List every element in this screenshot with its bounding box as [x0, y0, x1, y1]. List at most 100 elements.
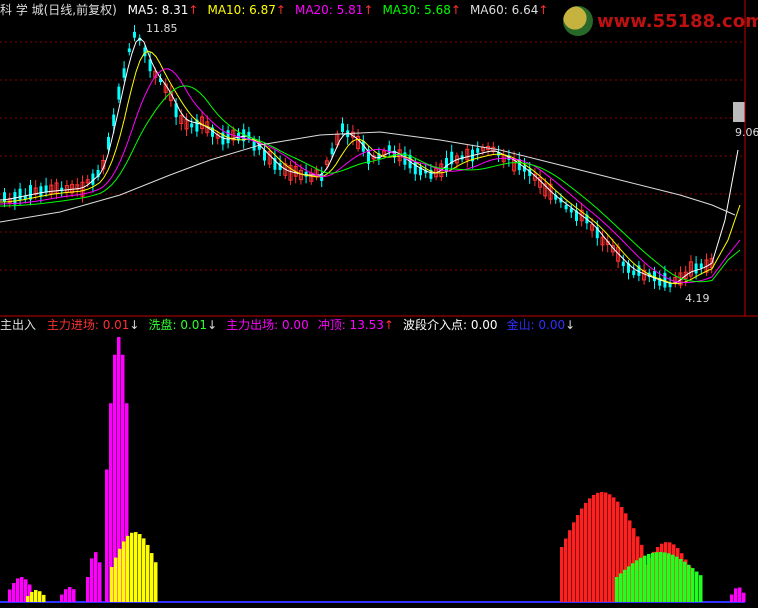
bar-main-enter: [564, 538, 568, 602]
candle-body-down: [413, 161, 417, 175]
bar-main-enter: [604, 492, 608, 602]
bar-main-enter: [568, 530, 572, 602]
bar-peak: [126, 535, 130, 602]
bar-main-exit: [68, 587, 72, 602]
bar-wash: [631, 563, 635, 602]
indicator-histogram[interactable]: [0, 337, 746, 603]
ma-item-arrow-2: ↑: [363, 3, 374, 17]
bar-main-exit: [86, 577, 90, 602]
main-chart-header: 科 学 城(日线,前复权) MA5: 8.31↑ MA10: 6.87↑ MA20:…: [0, 2, 564, 19]
bar-peak: [122, 541, 126, 602]
bar-main-exit: [105, 469, 109, 602]
bar-wash: [619, 573, 623, 602]
candle-body-down: [3, 192, 6, 202]
bar-main-exit-right: [742, 592, 746, 602]
bar-main-enter: [600, 492, 604, 602]
high-price-label: 11.85: [146, 22, 178, 35]
ma30-line: [0, 85, 741, 283]
bar-wash: [623, 569, 627, 602]
candle-body-down: [694, 263, 698, 274]
bar-peak: [110, 567, 114, 602]
ind-item-0: 主力进场: 0.01: [46, 318, 130, 332]
bar-wash: [647, 553, 651, 602]
low-price-label: 4.19: [685, 292, 710, 305]
bar-main-enter: [596, 492, 600, 602]
bar-wash: [667, 553, 671, 602]
bar-peak: [130, 532, 134, 602]
bar-wash: [687, 564, 691, 602]
ind-item-arrow-1: ↓: [207, 318, 218, 332]
bar-peak: [30, 591, 34, 602]
bar-main-exit-right: [734, 588, 738, 602]
bar-peak: [38, 591, 42, 602]
ma20-line: [0, 68, 741, 284]
bar-peak: [154, 562, 158, 602]
bar-main-enter: [608, 494, 612, 602]
candle-body-down: [564, 204, 568, 210]
bar-wash: [651, 552, 655, 602]
last-price-label: 9.06: [735, 126, 758, 139]
bar-peak: [146, 544, 150, 602]
ind-item-arrow-0: ↓: [129, 318, 140, 332]
bar-peak: [150, 553, 154, 602]
candle-body-down: [39, 186, 43, 196]
bar-main-exit: [64, 589, 68, 602]
bar-wash: [643, 555, 647, 602]
ma10-line: [0, 50, 741, 285]
ma-item-arrow-1: ↑: [275, 3, 286, 17]
ma-item-3: MA30: 5.68: [382, 3, 451, 17]
candle-body-down: [330, 148, 334, 155]
bar-main-exit: [60, 594, 64, 602]
bar-wash: [659, 552, 663, 602]
bar-wash: [635, 560, 639, 602]
ma-item-arrow-3: ↑: [450, 3, 461, 17]
ma-item-2: MA20: 5.81: [294, 3, 364, 17]
bar-peak: [134, 532, 138, 602]
bar-peak: [138, 534, 142, 602]
bar-wash: [671, 554, 675, 602]
ind-item-1: 洗盘: 0.01: [148, 318, 208, 332]
ind-item-5: 金山: 0.00: [506, 318, 566, 332]
ind-item-arrow-3: ↑: [383, 318, 394, 332]
bar-wash: [639, 557, 643, 602]
ind-item-4: 波段介入点: 0.00: [402, 318, 498, 332]
bar-wash: [691, 568, 695, 602]
indicator-name: 主出入: [0, 318, 37, 332]
bar-main-enter: [572, 522, 576, 602]
candle-body-down: [632, 270, 636, 276]
indicator-header: 主出入 主力进场: 0.01↓ 洗盘: 0.01↓ 主力出场: 0.00 冲顶: 13…: [0, 317, 591, 334]
moving-average-lines: [0, 37, 745, 285]
candlesticks[interactable]: [3, 24, 714, 293]
bar-peak: [142, 538, 146, 602]
bar-main-exit: [16, 578, 20, 602]
bar-wash: [627, 566, 631, 602]
last-price-marker: [733, 102, 745, 122]
bar-main-exit: [12, 583, 16, 602]
watermark-site: www.55188.com: [597, 11, 758, 32]
stock-title: 科 学 城(日线,前复权): [0, 3, 117, 17]
ma-item-0: MA5: 8.31: [127, 3, 189, 17]
candle-body-down: [112, 114, 116, 127]
candle-body-down: [29, 185, 32, 200]
bar-main-enter: [588, 498, 592, 602]
ma-item-1: MA10: 6.87: [207, 3, 276, 17]
bar-main-exit-right: [730, 594, 734, 602]
candle-body-down: [122, 68, 126, 78]
stock-chart[interactable]: [0, 0, 758, 608]
bar-main-exit: [20, 577, 24, 602]
bar-wash: [699, 575, 703, 602]
bar-peak: [114, 557, 118, 602]
candle-body-down: [133, 31, 136, 38]
ind-item-arrow-5: ↓: [565, 318, 576, 332]
candle-body-down: [190, 123, 194, 128]
bar-main-exit: [72, 589, 76, 602]
logo-icon: [563, 6, 593, 36]
bar-main-enter: [580, 508, 584, 602]
bar-wash: [675, 556, 679, 602]
bar-wash: [679, 559, 683, 602]
candle-body-down: [117, 86, 121, 100]
bar-main-enter: [592, 494, 596, 602]
candle-body-down: [341, 123, 344, 132]
candle-body-down: [476, 148, 480, 153]
bar-main-exit: [8, 589, 12, 602]
